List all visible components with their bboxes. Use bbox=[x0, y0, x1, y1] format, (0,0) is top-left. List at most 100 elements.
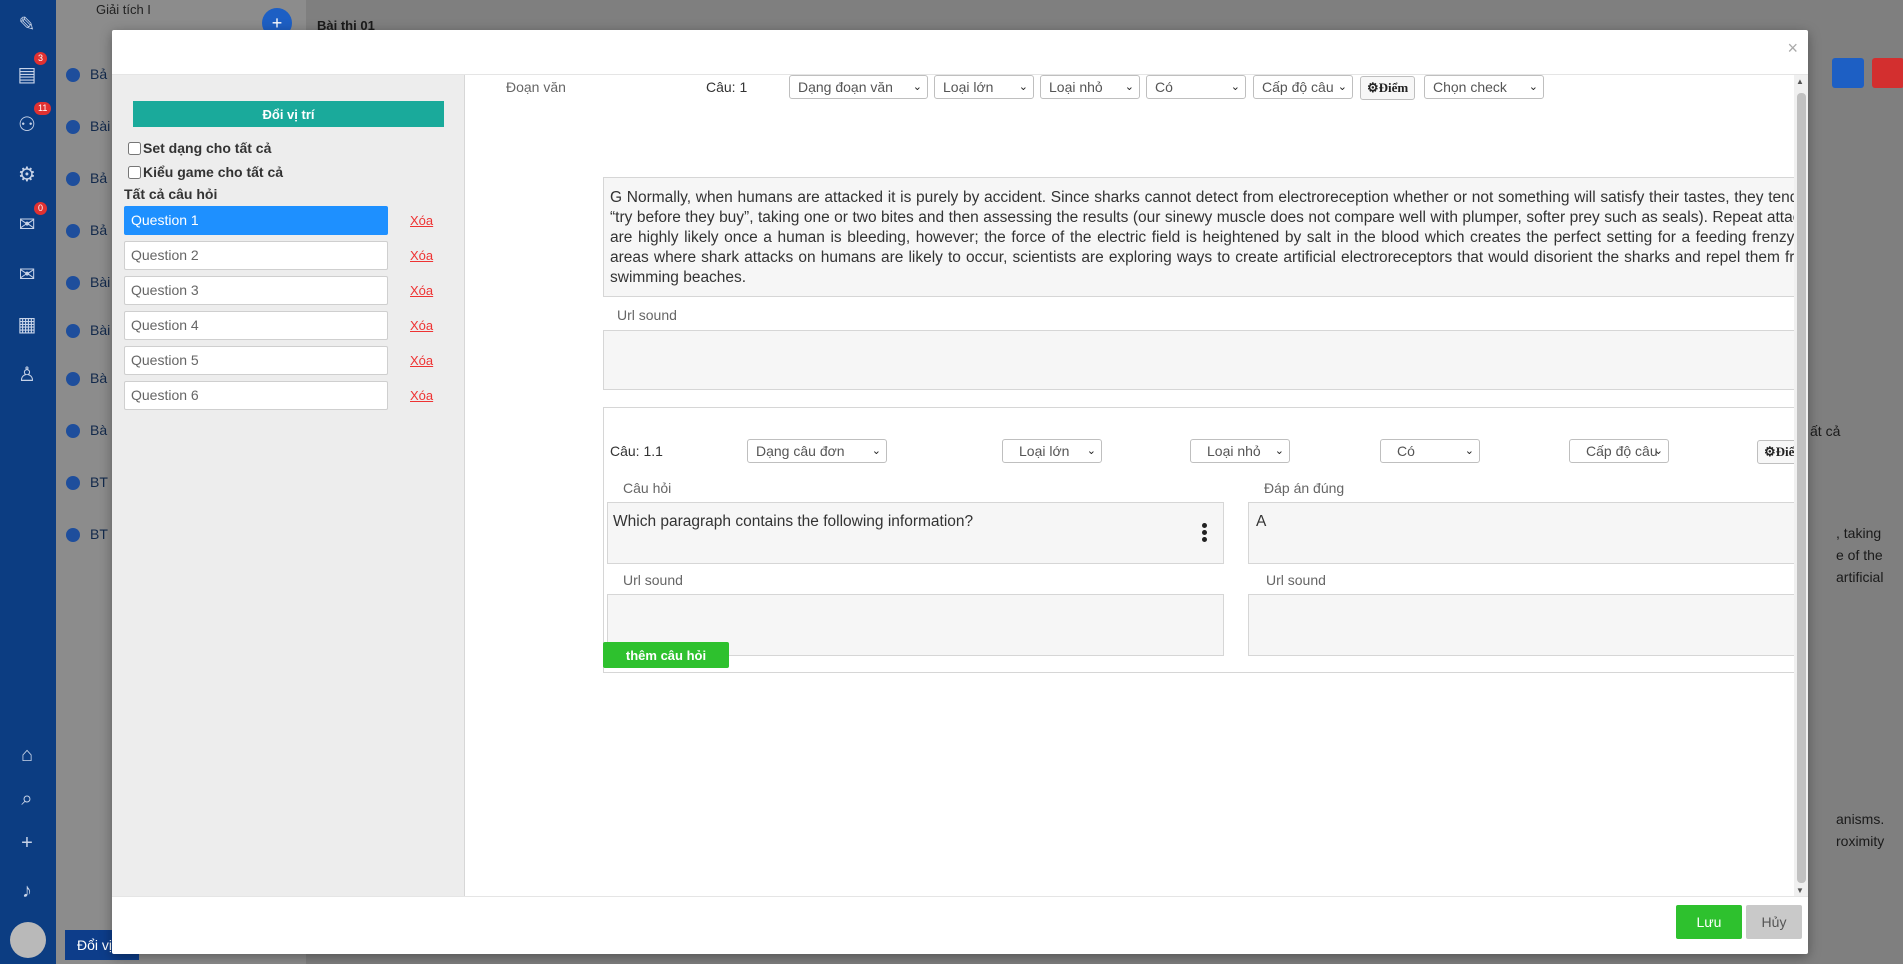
modal-footer: Lưu Hủy bbox=[112, 896, 1808, 954]
gear-icon: ⚙ bbox=[1367, 80, 1379, 95]
rail-badge: 11 bbox=[34, 102, 52, 115]
sub-question-type-select[interactable]: Dạng câu đơn ⌄ bbox=[747, 439, 887, 463]
menu-item[interactable]: Bài bbox=[66, 118, 110, 135]
more-icon[interactable] bbox=[1201, 521, 1207, 544]
menu-item[interactable]: Bà bbox=[66, 370, 107, 387]
text-fragment: artificial bbox=[1836, 569, 1884, 585]
small-category-select[interactable]: Loại nhỏ ⌄ bbox=[1190, 439, 1290, 463]
question-item[interactable]: Question 1 bbox=[124, 206, 388, 235]
passage-editor[interactable]: G Normally, when humans are attacked it … bbox=[603, 177, 1808, 297]
edit-question-modal: × Đổi vị trí Set dạng cho tất cả Kiểu ga… bbox=[112, 30, 1808, 954]
modal-header: × bbox=[112, 30, 1808, 75]
chevron-down-icon: ⌄ bbox=[1653, 445, 1663, 457]
score-button[interactable]: ⚙Điểm bbox=[1360, 76, 1416, 100]
list-item: Question 1 Xóa bbox=[124, 206, 454, 241]
question-item[interactable]: Question 2 bbox=[124, 241, 388, 270]
question-item[interactable]: Question 5 bbox=[124, 346, 388, 375]
list-item: Question 3 Xóa bbox=[124, 276, 454, 311]
chevron-down-icon: ⌄ bbox=[1464, 445, 1474, 457]
list-item: Question 5 Xóa bbox=[124, 346, 454, 381]
close-icon[interactable]: × bbox=[1787, 38, 1798, 59]
swap-position-button[interactable]: Đổi vị trí bbox=[133, 101, 444, 127]
question-list: Question 1 Xóa Question 2 Xóa Question 3… bbox=[124, 206, 454, 416]
checkbox[interactable] bbox=[128, 141, 141, 155]
gear-icon: ⚙ bbox=[1764, 444, 1776, 459]
question-item[interactable]: Question 6 bbox=[124, 381, 388, 410]
chevron-down-icon: ⌄ bbox=[871, 445, 881, 457]
menu-item[interactable]: Bả bbox=[66, 66, 107, 83]
chat-icon[interactable]: ✉ bbox=[14, 212, 40, 238]
plus-icon[interactable]: + bbox=[14, 830, 40, 856]
question-list-panel: Đổi vị trí Set dạng cho tất cả Kiểu game… bbox=[112, 75, 465, 896]
option-select[interactable]: Có ⌄ bbox=[1380, 439, 1480, 463]
small-category-select[interactable]: Loại nhỏ ⌄ bbox=[1040, 75, 1140, 99]
menu-item[interactable]: Bà bbox=[66, 422, 107, 439]
mail-icon[interactable]: ✉ bbox=[14, 262, 40, 288]
sub-question-card: ✕ Câu: 1.1 Dạng câu đơn⌄ Loại lớn⌄ Loại … bbox=[603, 407, 1808, 673]
set-type-all-checkbox[interactable]: Set dạng cho tất cả bbox=[128, 140, 271, 156]
avatar[interactable] bbox=[10, 922, 46, 958]
chevron-down-icon: ⌄ bbox=[1018, 81, 1028, 93]
question-editor: Đoạn văn Câu: 1 Dạng đoạn văn ⌄ Loại lớn ⌄… bbox=[466, 75, 1808, 896]
chevron-down-icon: ⌄ bbox=[1337, 81, 1347, 93]
menu-item[interactable]: BT bbox=[66, 526, 108, 543]
list-item: Question 2 Xóa bbox=[124, 241, 454, 276]
answer-text: A bbox=[1256, 513, 1267, 530]
level-select[interactable]: Cấp độ câu ⌄ bbox=[1569, 439, 1669, 463]
search-icon[interactable]: ⌕ bbox=[14, 786, 40, 812]
chevron-down-icon: ⌄ bbox=[1230, 81, 1240, 93]
chevron-down-icon: ⌄ bbox=[912, 81, 922, 93]
edit-button[interactable] bbox=[1832, 58, 1864, 88]
person-icon[interactable]: ♙ bbox=[14, 362, 40, 388]
home-icon[interactable]: ⌂ bbox=[14, 742, 40, 768]
scroll-down-icon[interactable]: ▼ bbox=[1796, 886, 1804, 895]
game-type-all-checkbox[interactable]: Kiểu game cho tất cả bbox=[128, 164, 283, 180]
all-questions-title: Tất cả câu hỏi bbox=[124, 186, 218, 202]
menu-item[interactable]: BT bbox=[66, 474, 108, 491]
chevron-down-icon: ⌄ bbox=[1124, 81, 1134, 93]
question-editor[interactable]: Which paragraph contains the following i… bbox=[607, 502, 1224, 564]
calendar-icon[interactable]: ▦ bbox=[14, 312, 40, 338]
answer-url-sound-input[interactable] bbox=[1248, 594, 1808, 656]
question-item[interactable]: Question 4 bbox=[124, 311, 388, 340]
delete-button[interactable] bbox=[1872, 58, 1903, 88]
delete-link[interactable]: Xóa bbox=[410, 283, 433, 298]
passage-url-sound-input[interactable] bbox=[603, 330, 1808, 390]
users-icon[interactable]: ⚇ bbox=[14, 112, 40, 138]
bell-icon[interactable]: ♪ bbox=[14, 878, 40, 904]
passage-label: Đoạn văn bbox=[506, 79, 566, 95]
big-category-select[interactable]: Loại lớn ⌄ bbox=[1002, 439, 1102, 463]
save-button[interactable]: Lưu bbox=[1676, 905, 1742, 939]
delete-link[interactable]: Xóa bbox=[410, 248, 433, 263]
settings-icon[interactable]: ⚙ bbox=[14, 162, 40, 188]
scrollbar-thumb[interactable] bbox=[1797, 93, 1806, 883]
delete-link[interactable]: Xóa bbox=[410, 213, 433, 228]
cancel-button[interactable]: Hủy bbox=[1746, 905, 1802, 939]
text-fragment: , taking bbox=[1836, 525, 1882, 541]
passage-type-select[interactable]: Dạng đoạn văn ⌄ bbox=[789, 75, 928, 99]
rail-badge: 0 bbox=[34, 202, 48, 215]
text-fragment: ất cả bbox=[1810, 423, 1841, 439]
menu-item[interactable]: Bài bbox=[66, 274, 110, 291]
checkbox[interactable] bbox=[128, 165, 141, 179]
document-icon[interactable]: ▤ bbox=[14, 62, 40, 88]
delete-link[interactable]: Xóa bbox=[410, 318, 433, 333]
big-category-select[interactable]: Loại lớn ⌄ bbox=[934, 75, 1034, 99]
option-select[interactable]: Có ⌄ bbox=[1146, 75, 1246, 99]
chevron-down-icon: ⌄ bbox=[1086, 445, 1096, 457]
url-sound-label: Url sound bbox=[617, 307, 677, 323]
level-select[interactable]: Cấp độ câu ⌄ bbox=[1253, 75, 1353, 99]
delete-link[interactable]: Xóa bbox=[410, 388, 433, 403]
check-select[interactable]: Chọn check ⌄ bbox=[1424, 75, 1544, 99]
answer-editor[interactable]: A + bbox=[1248, 502, 1808, 564]
correct-answer-label: Đáp án đúng bbox=[1264, 480, 1345, 496]
menu-item[interactable]: Bả bbox=[66, 222, 107, 239]
scroll-up-icon[interactable]: ▲ bbox=[1796, 77, 1804, 86]
add-question-button[interactable]: thêm câu hỏi bbox=[603, 642, 729, 668]
menu-item[interactable]: Bả bbox=[66, 170, 107, 187]
question-item[interactable]: Question 3 bbox=[124, 276, 388, 305]
text-fragment: roximity bbox=[1836, 833, 1885, 849]
edit-icon[interactable]: ✎ bbox=[14, 12, 40, 38]
delete-link[interactable]: Xóa bbox=[410, 353, 433, 368]
menu-item[interactable]: Bài bbox=[66, 322, 110, 339]
